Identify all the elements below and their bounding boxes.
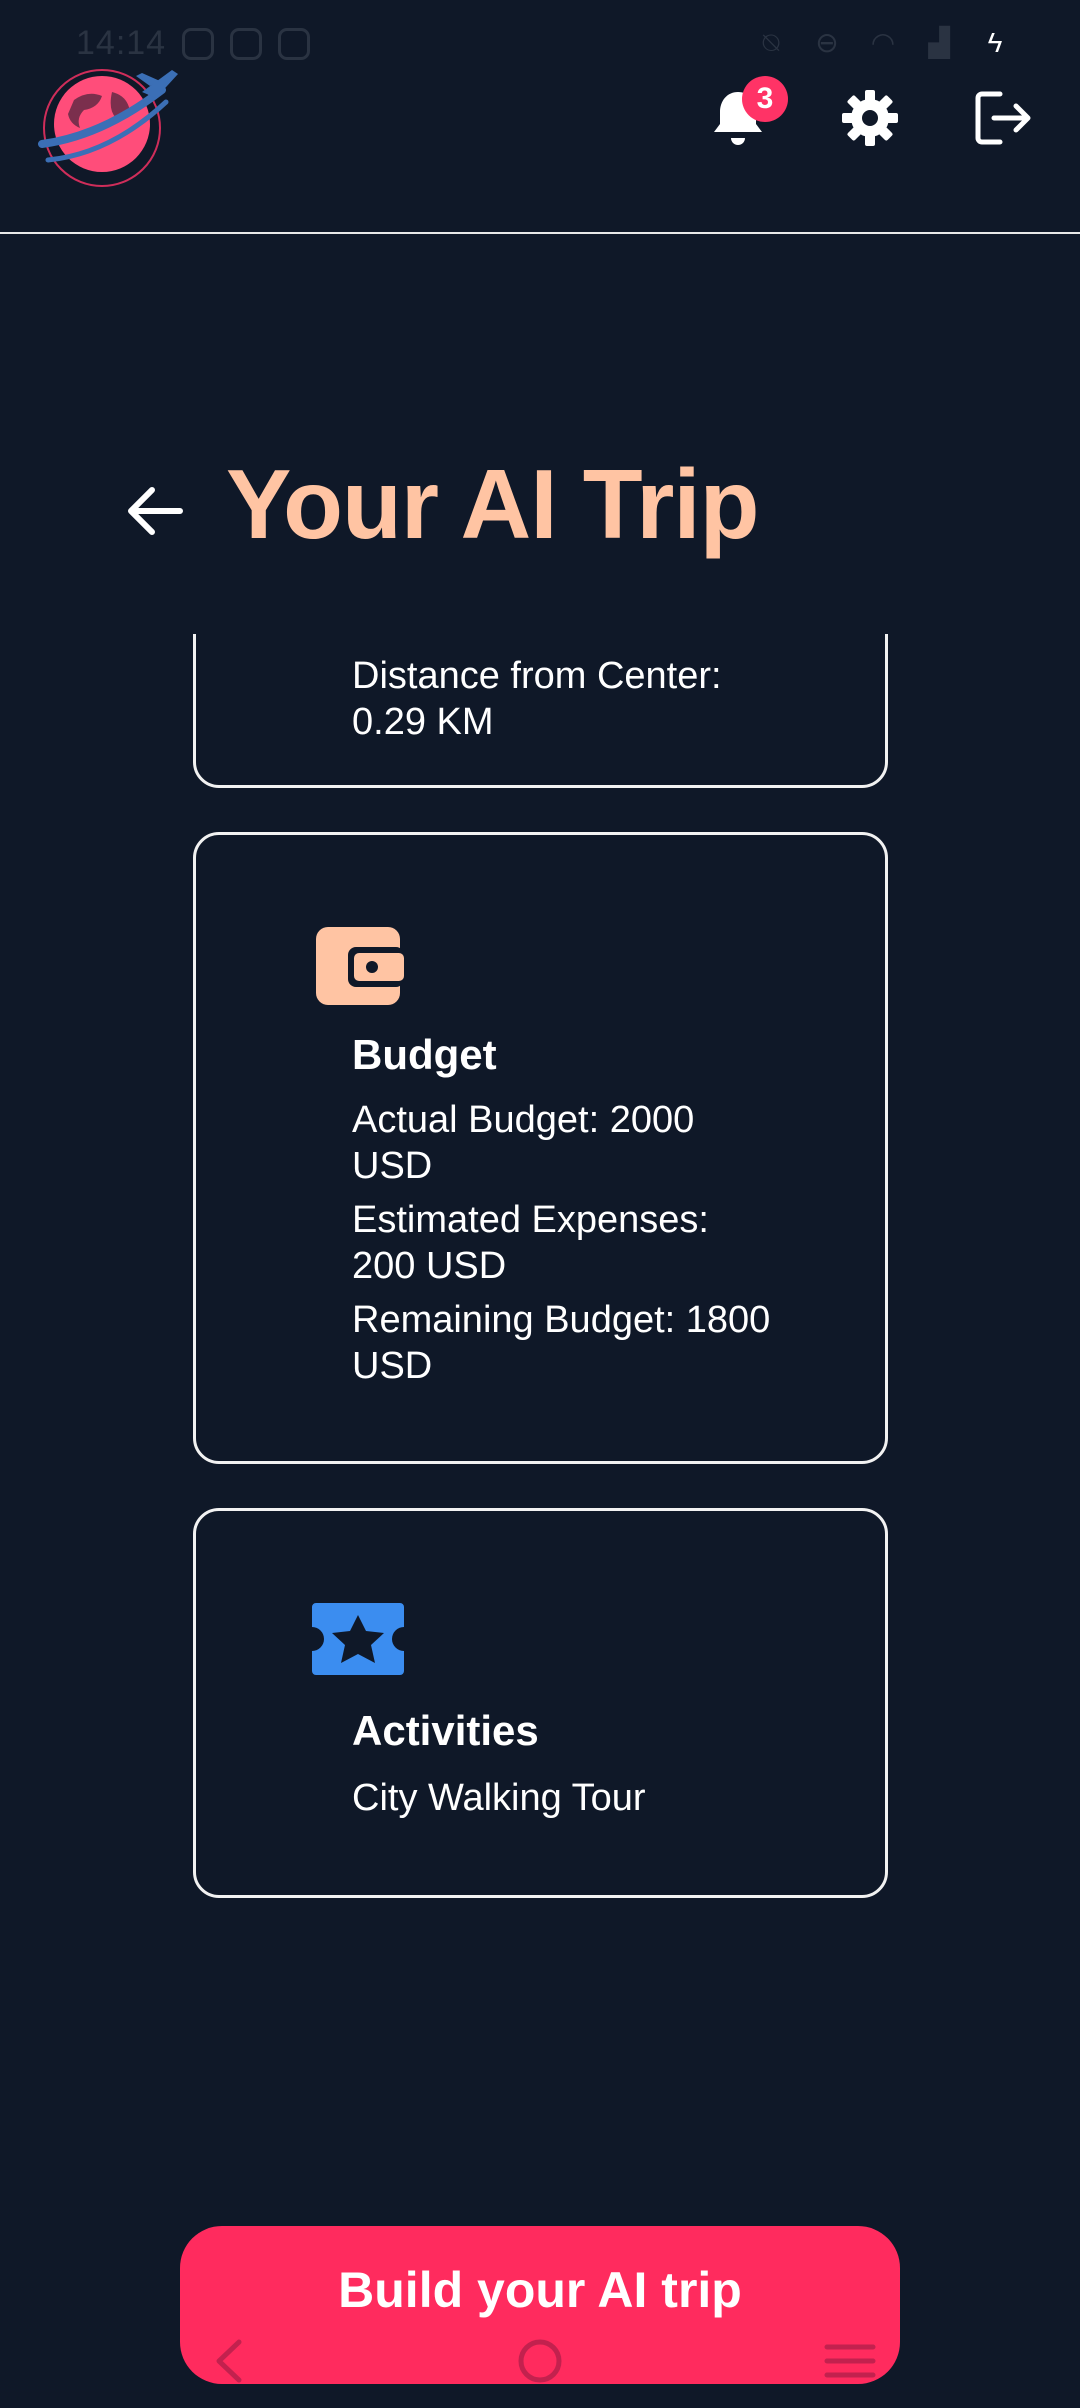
distance-line-1: Distance from Center: xyxy=(352,655,722,697)
status-notification-icons xyxy=(182,28,310,60)
build-button-label: Build your AI trip xyxy=(338,2262,742,2318)
instagram-icon xyxy=(278,28,310,60)
status-time: 14:14 xyxy=(76,24,167,62)
minus-circle-icon: ⊖ xyxy=(815,27,839,58)
actual-budget-line-1: Actual Budget: 2000 xyxy=(352,1099,695,1141)
actual-budget: Actual Budget: 2000 USD xyxy=(352,1097,812,1189)
remaining-budget: Remaining Budget: 1800 USD xyxy=(352,1297,812,1389)
instagram-icon xyxy=(230,28,262,60)
distance-value: 0.29 KM xyxy=(352,701,494,743)
budget-heading: Budget xyxy=(352,1031,497,1078)
page-title: Your AI Trip xyxy=(226,449,759,559)
back-arrow-icon[interactable] xyxy=(122,478,188,544)
activities-card: Activities City Walking Tour xyxy=(193,1508,888,1898)
activities-heading: Activities xyxy=(352,1707,539,1754)
actual-budget-line-2: USD xyxy=(352,1145,433,1187)
nav-menu-icon[interactable] xyxy=(815,2326,885,2396)
distance-label: Distance from Center: 0.29 KM xyxy=(352,653,812,745)
wifi-icon: ◠ xyxy=(870,27,896,58)
hotel-card: Distance from Center: 0.29 KM xyxy=(193,634,888,788)
status-system-icons: ⍉ ⊖ ◠ ▟ ϟ xyxy=(756,26,1010,60)
system-nav-bar xyxy=(0,2312,1080,2408)
battery-charging-icon: ϟ xyxy=(987,27,1003,58)
ticket-star-icon xyxy=(310,1601,406,1682)
estimated-expenses-line-2: 200 USD xyxy=(352,1245,507,1287)
activity-item: City Walking Tour xyxy=(352,1777,646,1819)
logout-icon[interactable] xyxy=(966,80,1042,156)
budget-card: Budget Actual Budget: 2000 USD Estimated… xyxy=(193,832,888,1464)
trip-screen: 3 14:14 ⍉ ⊖ ◠ ▟ ϟ Your AI Trip Distance … xyxy=(0,0,1080,2408)
message-icon xyxy=(182,28,214,60)
remaining-budget-line-2: USD xyxy=(352,1345,433,1387)
settings-gear-icon[interactable] xyxy=(832,80,908,156)
wallet-icon xyxy=(314,923,404,1012)
trip-details-list[interactable]: Distance from Center: 0.29 KM Budget Act… xyxy=(0,634,1080,2174)
signal-icon: ▟ xyxy=(928,27,950,58)
remaining-budget-line-1: Remaining Budget: 1800 xyxy=(352,1299,771,1341)
nav-back-icon[interactable] xyxy=(194,2326,264,2396)
status-bar: 14:14 ⍉ ⊖ ◠ ▟ ϟ xyxy=(0,0,1080,90)
bell-off-icon: ⍉ xyxy=(762,27,780,58)
estimated-expenses: Estimated Expenses: 200 USD xyxy=(352,1197,812,1289)
estimated-expenses-line-1: Estimated Expenses: xyxy=(352,1199,709,1241)
nav-home-icon[interactable] xyxy=(505,2326,575,2396)
